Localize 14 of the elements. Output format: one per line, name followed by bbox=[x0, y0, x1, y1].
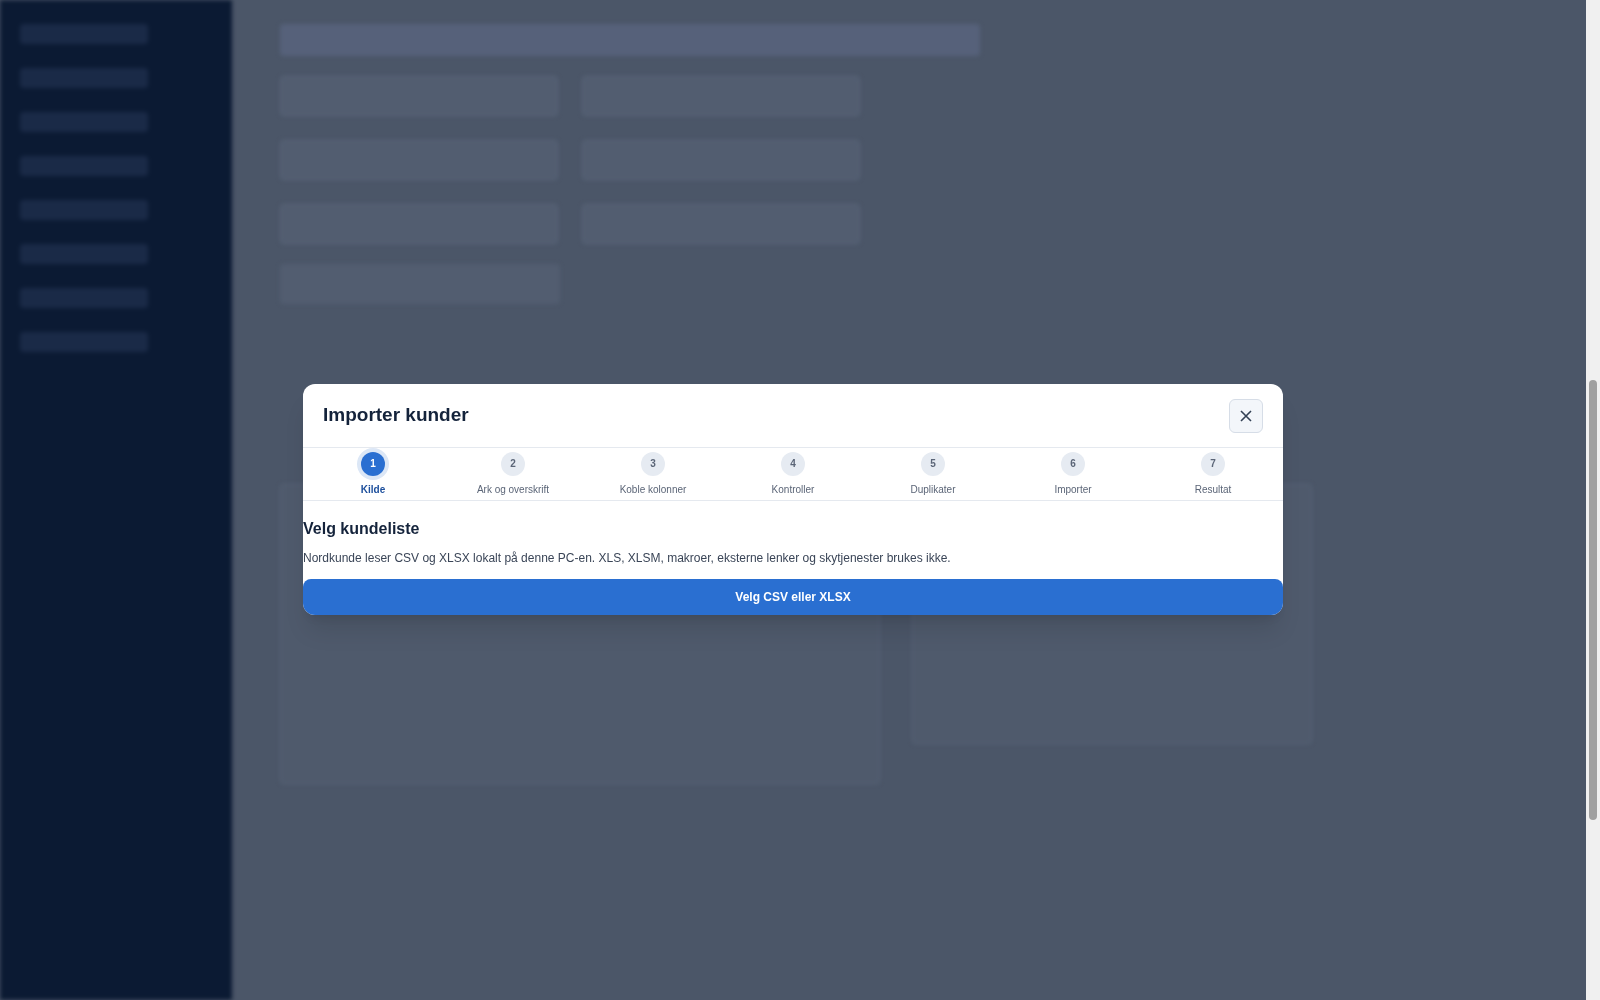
step-tab[interactable]: 2 Ark og overskrift bbox=[443, 448, 583, 500]
scrollbar[interactable] bbox=[1586, 0, 1600, 1000]
close-icon bbox=[1240, 409, 1252, 422]
dialog-title: Importer kunder bbox=[323, 403, 469, 428]
step-tab[interactable]: 5 Duplikater bbox=[863, 448, 1003, 500]
description-text: Nordkunde leser CSV og XLSX lokalt på denne PC-en. XLS, XLSM, makroer, eksterne lenker og skytjenester brukes ikke. bbox=[303, 550, 952, 567]
step-tab[interactable]: 6 Importer bbox=[1003, 448, 1143, 500]
section-heading: Velg kundeliste bbox=[303, 519, 421, 539]
step-tab[interactable]: 7 Resultat bbox=[1143, 448, 1283, 500]
step-tab[interactable]: 1 Kilde bbox=[303, 448, 443, 500]
choose-file-button[interactable]: Velg CSV eller XLSX bbox=[303, 579, 1283, 615]
step-tab[interactable]: 4 Kontroller bbox=[723, 448, 863, 500]
step-tab[interactable]: 3 Koble kolonner bbox=[583, 448, 723, 500]
close-button[interactable] bbox=[1229, 398, 1263, 433]
